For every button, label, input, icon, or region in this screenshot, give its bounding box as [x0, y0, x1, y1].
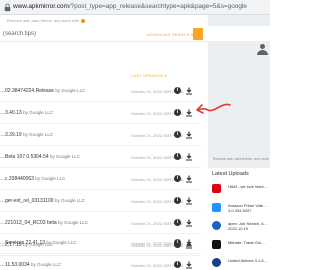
- list-item[interactable]: …c.338440063 by Google LLC October 21, 2…: [0, 168, 201, 190]
- upload-name[interactable]: Mitrade: Trade Gol…: [228, 240, 265, 245]
- list-item[interactable]: …3.40.13 by Google LLC October 21, 2022 …: [0, 102, 201, 124]
- list-item[interactable]: …3.39.19 by Google LLC October 21, 2022 …: [0, 124, 201, 146]
- download-icon[interactable]: [185, 197, 193, 205]
- upload-item[interactable]: United Airlines 4.1.6…: [212, 258, 272, 270]
- info-icon[interactable]: i: [174, 87, 181, 94]
- download-icon[interactable]: [185, 131, 193, 139]
- chevron-down-icon: ▾: [164, 73, 167, 78]
- app-version: …c.338440063: [0, 176, 34, 182]
- app-developer: by Google LLC: [23, 110, 54, 115]
- list-item[interactable]: …ger-ext_rel_03131100 by Google LLC Octo…: [0, 190, 201, 212]
- banner-text: Remove ads, dark theme, and more with: [7, 18, 86, 23]
- app-title[interactable]: …221013_04_RC03 beta by Google LLC: [0, 220, 88, 226]
- info-icon[interactable]: i: [174, 131, 181, 138]
- url-path: /?post_type=app_release&searchtype=apk&p…: [68, 3, 247, 10]
- search-bar: ADVANCED SEARCH ▾: [0, 26, 270, 42]
- app-developer: by Google LLC: [55, 88, 86, 93]
- info-icon[interactable]: i: [174, 109, 181, 116]
- advanced-search-link[interactable]: ADVANCED SEARCH ▾: [147, 32, 193, 37]
- person-icon[interactable]: [255, 43, 270, 55]
- annotation-arrow-icon: [196, 103, 231, 114]
- app-title[interactable]: …c.338440063 by Google LLC: [0, 176, 65, 182]
- app-version: …ger-ext_rel_03131100: [0, 198, 54, 204]
- url-host: www.apkmirror.com: [13, 3, 69, 10]
- banner-label: Remove ads, dark theme, and more with: [7, 18, 80, 23]
- download-icon[interactable]: [185, 261, 193, 269]
- download-icon[interactable]: [185, 175, 193, 183]
- info-icon[interactable]: i: [174, 239, 181, 246]
- info-icon[interactable]: i: [174, 175, 181, 182]
- app-title[interactable]: …11.53.0034 by Google LLC: [0, 262, 61, 268]
- url-text[interactable]: www.apkmirror.com/?post_type=app_release…: [13, 3, 247, 10]
- hm-icon: [212, 184, 221, 193]
- upload-name[interactable]: apex: Job Search, A… 2022.10.19: [228, 221, 268, 231]
- prime-video-icon: [212, 203, 221, 212]
- app-version: …Services 22.41.13: [0, 240, 46, 246]
- app-version: …221013_04_RC03 beta: [0, 220, 57, 226]
- app-title[interactable]: …02.38474224.Release by Google LLC: [0, 88, 85, 94]
- download-icon[interactable]: [185, 153, 193, 161]
- app-version: …02.38474224.Release: [0, 88, 54, 94]
- app-version: …Beta 107.0.5304.54: [0, 154, 49, 160]
- info-icon[interactable]: i: [174, 261, 181, 268]
- app-title[interactable]: …Services 22.41.13 by Google LLC: [0, 240, 76, 246]
- info-icon[interactable]: i: [174, 153, 181, 160]
- upload-item[interactable]: Amazon Prime Vide… 3.0.334.5947: [212, 203, 272, 219]
- info-icon[interactable]: i: [174, 219, 181, 226]
- mitrade-icon: [212, 240, 221, 249]
- last-updated-label: LAST UPDATED: [131, 73, 164, 78]
- app-title[interactable]: …3.40.13 by Google LLC: [0, 110, 53, 116]
- apkmirror-logo-icon: [81, 18, 86, 23]
- apex-icon: [212, 221, 221, 230]
- app-developer: by Google LLC: [58, 220, 89, 225]
- upload-item[interactable]: H&M - we love fashi…: [212, 184, 272, 200]
- download-icon[interactable]: [185, 87, 193, 95]
- download-icon[interactable]: [185, 239, 193, 247]
- last-updated-header[interactable]: LAST UPDATED ▾: [131, 73, 167, 78]
- lock-icon: [4, 3, 11, 12]
- advanced-search-label: ADVANCED SEARCH: [147, 32, 190, 37]
- list-item[interactable]: …02.38474224.Release by Google LLC Octob…: [0, 80, 201, 102]
- app-version: …11.53.0034: [0, 262, 30, 268]
- list-item[interactable]: …11.53.0034 by Google LLC October 21, 20…: [0, 254, 201, 270]
- list-item[interactable]: …Beta 107.0.5304.54 by Google LLC Octobe…: [0, 146, 201, 168]
- upload-item[interactable]: apex: Job Search, A… 2022.10.19: [212, 221, 272, 237]
- app-developer: by Google LLC: [35, 176, 66, 181]
- app-developer: by Google LLC: [31, 262, 62, 267]
- app-title[interactable]: …3.39.19 by Google LLC: [0, 132, 53, 138]
- app-developer: by Google LLC: [54, 198, 85, 203]
- list-item[interactable]: …Services 22.41.13 by Google LLC October…: [0, 232, 201, 254]
- upload-name[interactable]: Amazon Prime Vide… 3.0.334.5947: [228, 203, 267, 213]
- search-button[interactable]: [193, 28, 203, 40]
- app-version: …3.40.13: [0, 110, 22, 116]
- browser-address-bar[interactable]: www.apkmirror.com/?post_type=app_release…: [0, 0, 270, 15]
- latest-uploads-card: Latest Uploads H&M - we love fashi… Amaz…: [208, 168, 270, 270]
- info-icon[interactable]: i: [174, 197, 181, 204]
- app-developer: by Google LLC: [46, 240, 77, 245]
- upload-item[interactable]: Mitrade: Trade Gol…: [212, 240, 272, 256]
- remove-ads-text[interactable]: Remove ads, dark theme, and more: [213, 157, 269, 161]
- app-title[interactable]: …Beta 107.0.5304.54 by Google LLC: [0, 154, 80, 160]
- united-icon: [212, 258, 221, 267]
- app-title[interactable]: …ger-ext_rel_03131100 by Google LLC: [0, 198, 85, 204]
- download-icon[interactable]: [185, 219, 193, 227]
- app-version: …3.39.19: [0, 132, 22, 138]
- upload-name[interactable]: H&M - we love fashi…: [228, 184, 268, 189]
- app-developer: by Google LLC: [23, 132, 54, 137]
- latest-uploads-title: Latest Uploads: [212, 171, 249, 177]
- list-item[interactable]: …221013_04_RC03 beta by Google LLC Octob…: [0, 212, 201, 234]
- upload-name[interactable]: United Airlines 4.1.6…: [228, 258, 268, 263]
- app-developer: by Google LLC: [50, 154, 81, 159]
